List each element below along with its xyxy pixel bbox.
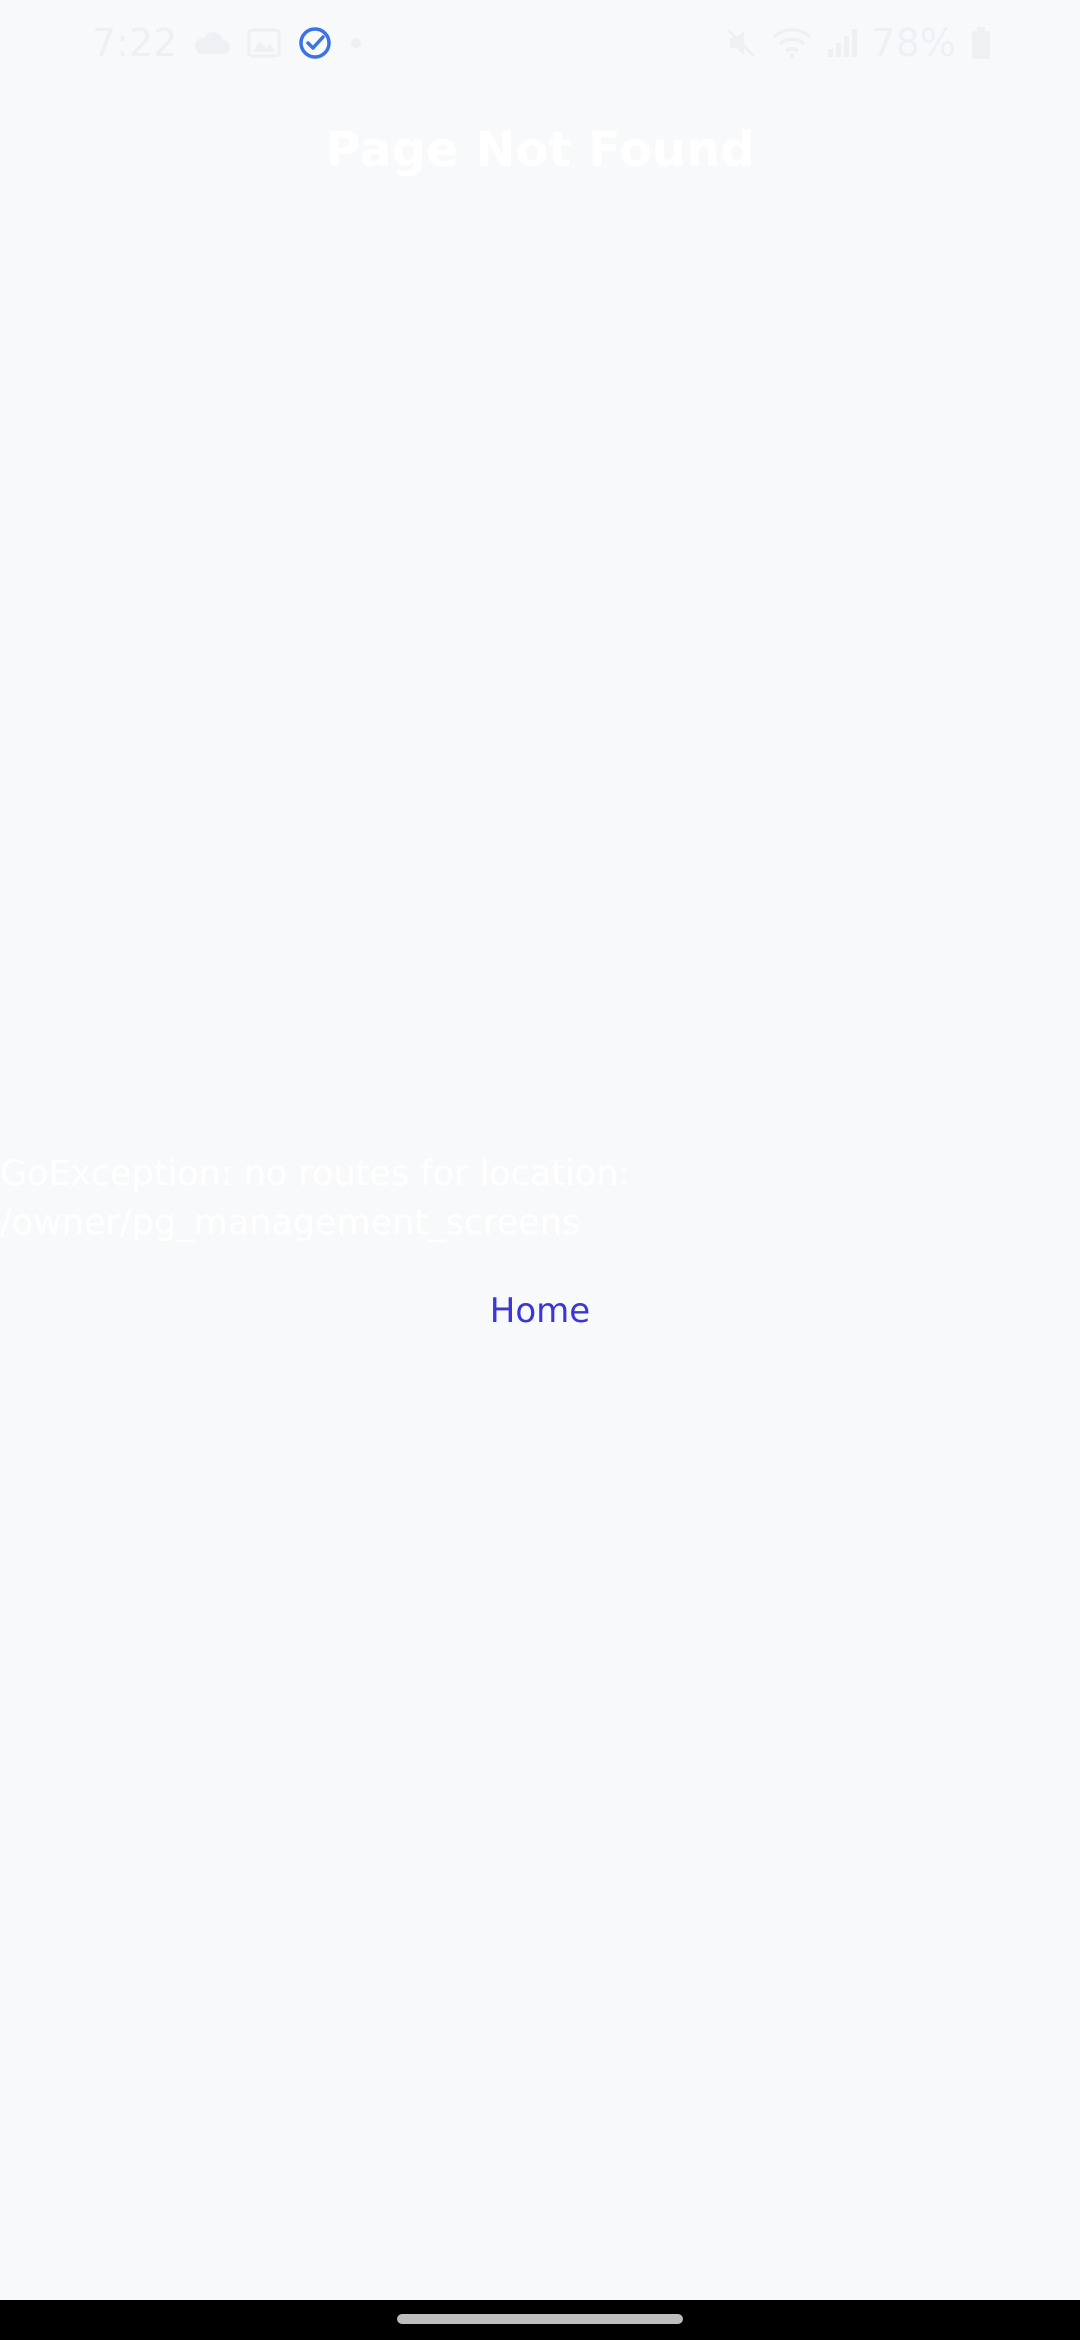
- page-title: Page Not Found: [325, 122, 755, 178]
- status-right: 78%: [724, 18, 992, 68]
- check-circle-icon: [297, 25, 333, 61]
- wifi-icon: [772, 27, 812, 59]
- signal-icon: [826, 27, 858, 59]
- status-left: 7:22: [92, 18, 363, 68]
- home-gesture-handle[interactable]: [397, 2314, 683, 2324]
- mute-icon: [724, 26, 758, 60]
- home-button[interactable]: Home: [440, 1280, 640, 1342]
- status-bar: 7:22 78%: [0, 0, 1080, 84]
- cloud-icon: [193, 30, 231, 56]
- navigation-bar: [0, 2300, 1080, 2340]
- error-message: GoException: no routes for location: /ow…: [0, 1154, 631, 1243]
- status-time: 7:22: [92, 21, 178, 65]
- battery-icon: [970, 26, 992, 60]
- battery-percentage: 78%: [871, 21, 956, 65]
- dot-icon: [349, 36, 363, 50]
- gallery-icon: [247, 28, 281, 58]
